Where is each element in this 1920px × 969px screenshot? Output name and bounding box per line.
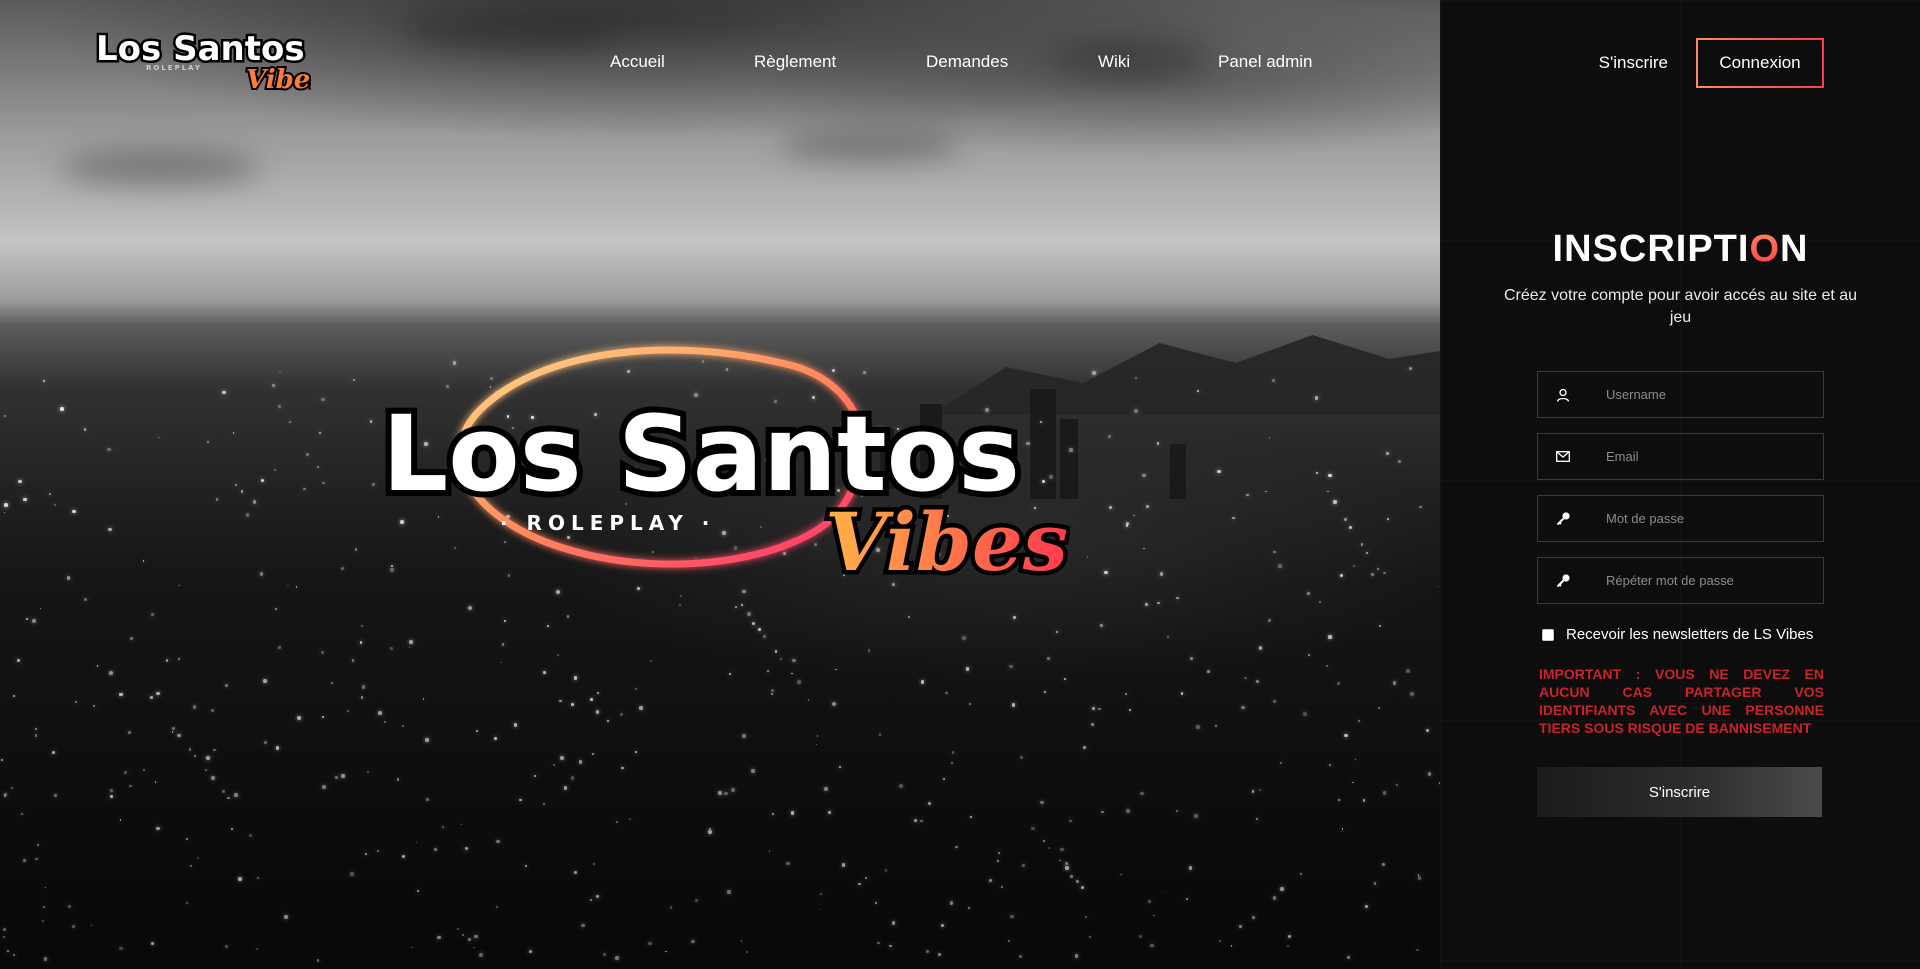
site-logo[interactable]: Los Santos ROLEPLAY Vibes — [96, 30, 311, 96]
email-field[interactable] — [1537, 433, 1824, 480]
password-field[interactable] — [1537, 495, 1824, 542]
signup-link[interactable]: S'inscrire — [1599, 53, 1668, 73]
username-field[interactable] — [1537, 371, 1824, 418]
hero-logo-script: Vibes — [825, 495, 1068, 589]
key-icon — [1538, 558, 1588, 603]
form-title: INSCRIPTION — [1552, 228, 1809, 270]
password-confirm-input[interactable] — [1588, 558, 1823, 603]
hero-logo-sub: · ROLEPLAY · — [500, 511, 715, 535]
email-input[interactable] — [1588, 434, 1823, 479]
auth-actions: S'inscrire Connexion — [1599, 38, 1824, 88]
form-fields — [1537, 371, 1824, 604]
nav-link-wiki[interactable]: Wiki — [1098, 52, 1130, 72]
password-input[interactable] — [1588, 496, 1823, 541]
nav-link-reglement[interactable]: Règlement — [754, 52, 836, 72]
signup-form: INSCRIPTION Créez votre compte pour avoi… — [1504, 228, 1857, 817]
login-button[interactable]: Connexion — [1696, 38, 1824, 88]
password-confirm-field[interactable] — [1537, 557, 1824, 604]
logo-script-text: Vibes — [246, 65, 311, 95]
form-subtitle: Créez votre compte pour avoir accés au s… — [1503, 287, 1858, 326]
newsletter-checkbox[interactable] — [1542, 628, 1554, 641]
nav-link-accueil[interactable]: Accueil — [610, 52, 665, 72]
mail-icon — [1538, 434, 1588, 479]
security-warning: IMPORTANT : VOUS NE DEVEZ EN AUCUN CAS P… — [1539, 666, 1824, 736]
nav-link-panel-admin[interactable]: Panel admin — [1218, 52, 1313, 72]
key-icon — [1538, 496, 1588, 541]
newsletter-label[interactable]: Recevoir les newsletters de LS Vibes — [1566, 626, 1813, 643]
top-navigation: Los Santos ROLEPLAY Vibes Accueil Règlem… — [0, 0, 1920, 125]
signup-panel: INSCRIPTION Créez votre compte pour avoi… — [1440, 0, 1920, 969]
newsletter-option: Recevoir les newsletters de LS Vibes — [1537, 626, 1824, 643]
logo-sub-text: ROLEPLAY — [146, 64, 202, 72]
nav-link-demandes[interactable]: Demandes — [926, 52, 1008, 72]
user-icon — [1538, 372, 1588, 417]
submit-signup-button[interactable]: S'inscrire — [1537, 767, 1822, 817]
hero-logo: Los Santos · ROLEPLAY · Vibes — [376, 346, 1070, 594]
username-input[interactable] — [1588, 372, 1823, 417]
